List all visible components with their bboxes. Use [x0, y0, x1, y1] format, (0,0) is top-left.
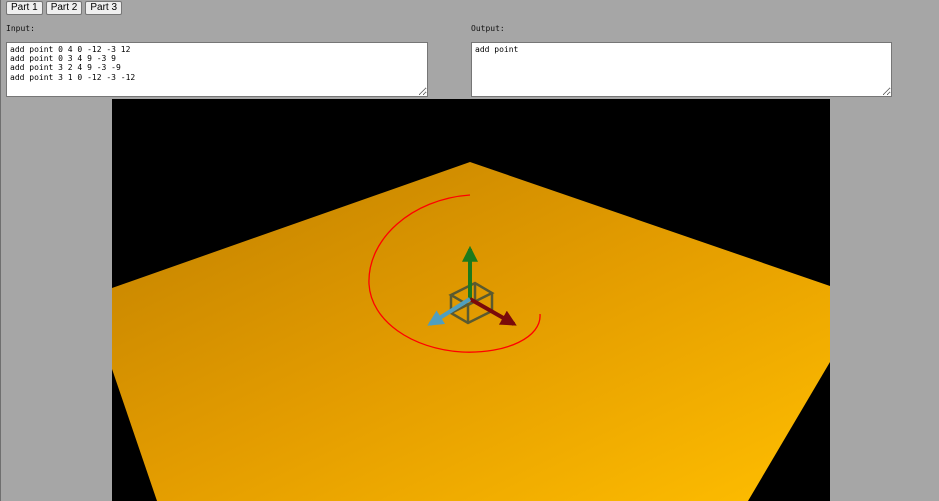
tab-part-3[interactable]: Part 3	[85, 1, 123, 15]
scene-canvas	[112, 162, 830, 501]
tab-bar: Part 1 Part 2 Part 3	[6, 1, 123, 15]
ground-plane	[112, 162, 830, 501]
tab-part-2[interactable]: Part 2	[45, 1, 83, 15]
output-textarea[interactable]: add point	[471, 42, 892, 97]
input-label: Input:	[6, 24, 35, 33]
window-edge	[0, 0, 1, 501]
output-label: Output:	[471, 24, 505, 33]
tab-part-1[interactable]: Part 1	[6, 1, 43, 15]
input-textarea[interactable]: add point 0 4 0 -12 -3 12 add point 0 3 …	[6, 42, 428, 97]
3d-viewport[interactable]	[112, 99, 830, 501]
